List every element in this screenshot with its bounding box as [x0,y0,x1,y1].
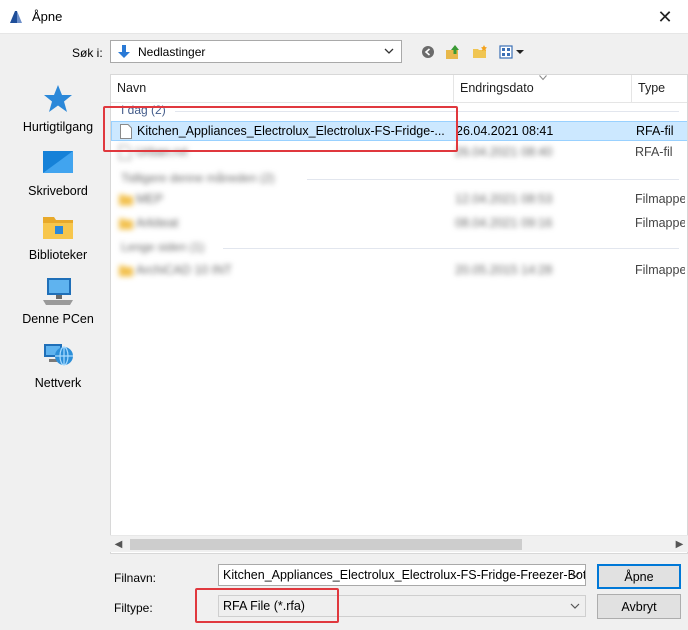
column-header-name[interactable]: Navn [111,75,453,103]
file-date: 08.04.2021 09:16 [455,216,553,230]
chevron-down-icon [384,48,394,54]
place-network[interactable]: Nettverk [8,338,108,390]
file-type: Filmappe [635,216,685,230]
chevron-down-icon [570,603,580,609]
folder-icon [119,265,133,277]
title-bar: Åpne ✕ [0,0,688,34]
file-type: RFA-fil [635,145,673,159]
file-date: 20.05.2015 14:28 [455,263,553,277]
column-header-type[interactable]: Type [631,75,687,103]
file-name: Arkiteat [136,216,179,230]
star-icon [44,85,72,112]
look-in-label: Søk i: [72,46,103,60]
annotation-highlight-selected-file [103,106,458,152]
place-libraries[interactable]: Biblioteker [8,210,108,262]
file-name: ArchiCAD 10 INT [136,263,232,277]
filename-value: Kitchen_Appliances_Electrolux_Electrolux… [223,568,586,582]
place-this-pc[interactable]: Denne PCen [8,274,108,326]
sort-indicator-icon [539,75,547,81]
file-type: Filmappe [635,192,685,206]
file-date: 12.04.2021 08:53 [455,192,553,206]
cancel-button[interactable]: Avbryt [597,594,681,619]
libraries-icon [43,217,73,239]
place-label: Biblioteker [28,248,88,262]
chevron-down-icon[interactable] [569,569,581,581]
annotation-highlight-filetype [195,588,339,623]
scrollbar-thumb[interactable] [130,539,522,550]
column-header-row: Navn Endringsdato Type [111,75,687,103]
filename-combobox[interactable]: Kitchen_Appliances_Electrolux_Electrolux… [218,564,586,586]
place-label: Hurtigtilgang [22,120,94,134]
folder-row[interactable]: Arkiteat 08.04.2021 09:16 Filmappe [111,214,687,234]
scroll-left-icon[interactable]: ◀ [110,536,127,553]
places-bar: Hurtigtilgang Skrivebord Biblioteker Den… [8,74,108,562]
place-quick-access[interactable]: Hurtigtilgang [8,82,108,134]
scroll-right-icon[interactable]: ▶ [671,536,688,553]
group-divider [223,248,679,249]
place-label: Denne PCen [22,312,94,326]
folder-row[interactable]: ArchiCAD 10 INT 20.05.2015 14:28 Filmapp… [111,261,687,281]
file-type: RFA-fil [636,124,674,138]
downloads-arrow-icon [118,44,130,58]
file-name: MEP [136,192,164,206]
filename-label: Filnavn: [114,571,157,585]
open-button[interactable]: Åpne [597,564,681,589]
revit-app-icon [10,11,22,23]
view-menu-icon[interactable] [499,44,529,60]
desktop-icon [43,151,73,173]
file-date: 26.04.2021 08:40 [455,145,553,159]
window-title: Åpne [32,9,63,24]
computer-icon [43,278,73,305]
place-label: Nettverk [34,376,82,390]
look-in-value: Nedlastinger [138,44,206,59]
network-icon [44,344,73,366]
up-folder-icon[interactable] [445,44,461,60]
new-folder-icon[interactable] [472,44,488,60]
group-divider [307,179,679,180]
file-date: 26.04.2021 08:41 [456,124,554,138]
back-icon[interactable] [420,44,436,60]
file-type: Filmappe [635,263,685,277]
folder-row[interactable]: MEP 12.04.2021 08:53 Filmappe [111,190,687,210]
place-desktop[interactable]: Skrivebord [8,146,108,198]
place-label: Skrivebord [28,184,88,198]
filetype-label: Filtype: [114,601,153,615]
horizontal-scrollbar[interactable]: ◀ ▶ [110,535,688,552]
group-header-earlier[interactable]: Tidligere denne måneden (2) [121,171,275,185]
folder-icon [119,218,133,230]
group-header-long-ago[interactable]: Lenge siden (1) [121,240,204,254]
look-in-dropdown[interactable]: Nedlastinger [110,40,402,63]
folder-icon [119,194,133,206]
close-icon: ✕ [657,6,673,27]
close-button[interactable]: ✕ [642,0,688,34]
